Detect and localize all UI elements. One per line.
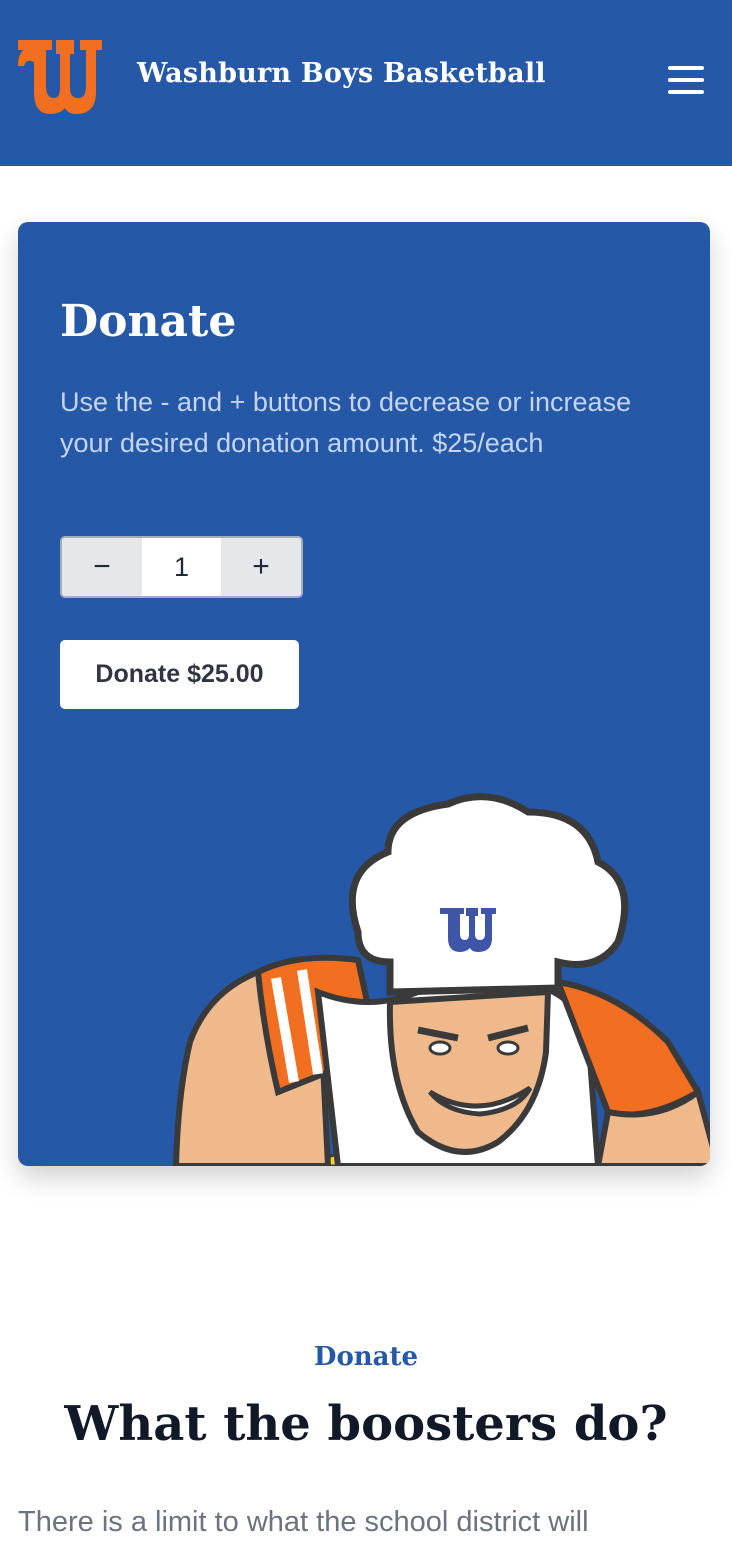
washburn-w-logo-icon[interactable]	[16, 36, 104, 116]
donate-button[interactable]: Donate $25.00	[60, 640, 299, 709]
section-eyebrow: Donate	[313, 1342, 419, 1372]
site-header: Washburn Boys Basketball	[0, 0, 732, 166]
donate-card: Donate Use the - and + buttons to decrea…	[18, 222, 710, 1166]
hamburger-menu-icon[interactable]	[664, 62, 706, 98]
donate-card-description: Use the - and + buttons to decrease or i…	[60, 387, 632, 458]
site-title[interactable]: Washburn Boys Basketball	[137, 58, 546, 89]
menu-bar	[668, 66, 704, 70]
donate-card-title: Donate	[60, 296, 237, 347]
chef-mascot-illustration	[172, 793, 710, 1166]
menu-bar	[668, 90, 704, 94]
decrease-button[interactable]: −	[62, 538, 142, 596]
increase-button[interactable]: +	[221, 538, 301, 596]
quantity-input[interactable]: 1	[142, 538, 221, 596]
menu-bar	[668, 78, 704, 82]
section-title: What the boosters do?	[64, 1396, 668, 1452]
quantity-stepper: − 1 +	[60, 536, 303, 598]
section-text: There is a limit to what the school dist…	[18, 1506, 589, 1538]
